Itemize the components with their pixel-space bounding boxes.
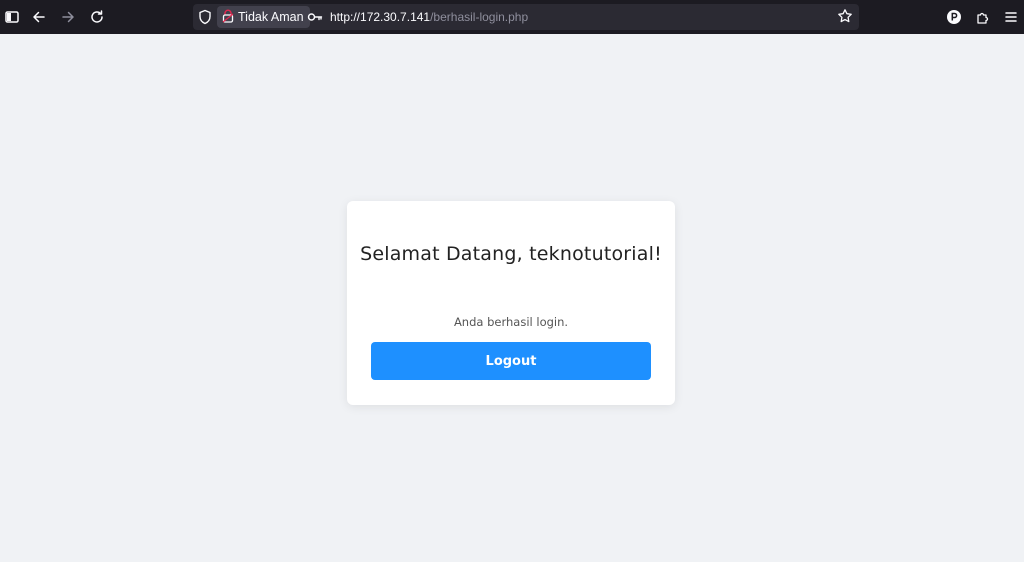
url-host: http://172.30.7.141 <box>330 10 431 24</box>
security-indicator[interactable]: Tidak Aman <box>217 6 310 28</box>
bookmark-star-icon[interactable] <box>837 8 853 28</box>
menu-hamburger-icon[interactable] <box>999 5 1023 29</box>
url-bar[interactable]: Tidak Aman http://172.30.7.141/berhasil-… <box>193 4 859 30</box>
reload-icon[interactable] <box>85 5 109 29</box>
welcome-heading: Selamat Datang, teknotutorial! <box>360 243 662 265</box>
sidebar-toggle-icon[interactable] <box>0 5 24 29</box>
security-label: Tidak Aman <box>238 10 304 24</box>
forward-arrow-icon[interactable] <box>56 5 80 29</box>
tracking-shield-icon[interactable] <box>198 9 212 29</box>
insecure-lock-icon <box>222 8 234 27</box>
url-path: /berhasil-login.php <box>430 10 529 24</box>
back-arrow-icon[interactable] <box>27 5 51 29</box>
key-icon[interactable] <box>307 9 323 29</box>
logout-button[interactable]: Logout <box>371 342 651 380</box>
welcome-card: Selamat Datang, teknotutorial! Anda berh… <box>347 201 675 405</box>
extensions-puzzle-icon[interactable] <box>971 5 995 29</box>
login-success-message: Anda berhasil login. <box>453 315 569 329</box>
profile-avatar-icon[interactable] <box>942 5 966 29</box>
url-text: http://172.30.7.141/berhasil-login.php <box>330 10 528 24</box>
browser-toolbar: Tidak Aman http://172.30.7.141/berhasil-… <box>0 0 1024 34</box>
